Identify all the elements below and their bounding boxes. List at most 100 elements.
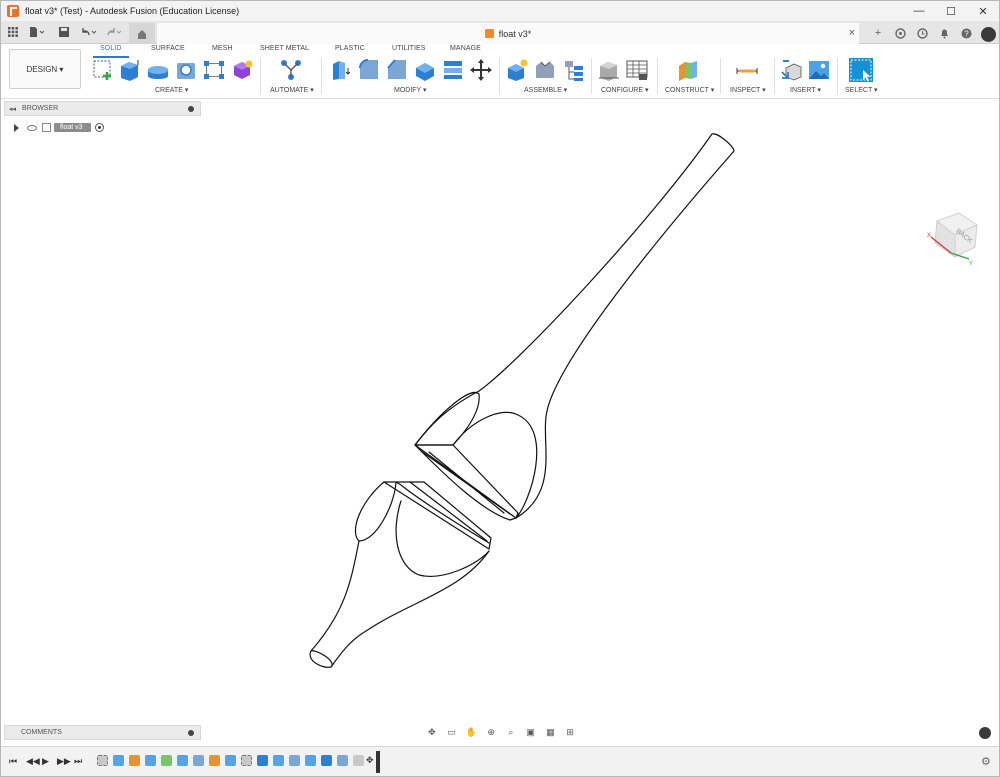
- create-sketch-icon[interactable]: [91, 58, 115, 82]
- insert-canvas-icon[interactable]: [807, 58, 831, 82]
- canvas-viewport[interactable]: X Y BACK: [1, 99, 999, 744]
- timeline-marker[interactable]: [376, 751, 380, 773]
- group-create[interactable]: CREATE ▾: [155, 86, 188, 94]
- extrude-icon[interactable]: [118, 58, 142, 82]
- job-status-icon[interactable]: [911, 23, 933, 43]
- group-insert[interactable]: INSERT ▾: [790, 86, 821, 94]
- visibility-eye-icon[interactable]: [27, 124, 37, 131]
- group-configure[interactable]: CONFIGURE ▾: [601, 86, 648, 94]
- timeline-back-icon[interactable]: ◀◀: [26, 756, 40, 767]
- timeline-feature-item[interactable]: [353, 755, 364, 766]
- new-tab-icon[interactable]: +: [867, 23, 889, 43]
- fillet-icon[interactable]: [357, 58, 381, 82]
- tab-manage[interactable]: MANAGE: [450, 45, 481, 52]
- tab-utilities[interactable]: UTILITIES: [392, 45, 426, 52]
- timeline-sketch-item[interactable]: [241, 755, 252, 766]
- look-at-icon[interactable]: ▭: [445, 727, 459, 739]
- timeline-feature-item[interactable]: [177, 755, 188, 766]
- timeline-feature-item[interactable]: [193, 755, 204, 766]
- minimize-button[interactable]: —: [903, 1, 935, 21]
- comments-panel[interactable]: COMMENTS: [4, 725, 201, 740]
- timeline-feature-item[interactable]: [145, 755, 156, 766]
- revolve-icon[interactable]: [146, 58, 170, 82]
- orbit-icon[interactable]: ✥: [425, 727, 439, 739]
- new-component-icon[interactable]: [505, 58, 529, 82]
- timeline-feature-item[interactable]: [337, 755, 348, 766]
- timeline-settings-icon[interactable]: ⚙: [981, 755, 991, 768]
- light-bulb-icon[interactable]: [979, 727, 991, 739]
- grid-icon[interactable]: [6, 25, 20, 39]
- close-window-button[interactable]: ✕: [967, 1, 999, 21]
- home-tab[interactable]: [129, 23, 155, 44]
- close-tab-button[interactable]: ×: [849, 27, 855, 39]
- combine-icon[interactable]: [441, 58, 465, 82]
- tab-surface[interactable]: SURFACE: [151, 45, 185, 52]
- group-inspect[interactable]: INSPECT ▾: [730, 86, 766, 94]
- save-icon[interactable]: [57, 25, 71, 39]
- collapse-icon[interactable]: ◂◂: [9, 105, 16, 113]
- group-assemble[interactable]: ASSEMBLE ▾: [524, 86, 567, 94]
- chamfer-icon[interactable]: [385, 58, 409, 82]
- undo-icon[interactable]: [79, 25, 99, 39]
- press-pull-icon[interactable]: [329, 58, 353, 82]
- expand-arrow-icon[interactable]: [14, 123, 19, 132]
- pin-icon[interactable]: [188, 106, 194, 112]
- timeline-start-icon[interactable]: ⏮: [9, 756, 17, 767]
- grid-settings-icon[interactable]: ▦: [543, 727, 557, 739]
- root-component-label[interactable]: float v3: [54, 123, 91, 132]
- timeline-feature-item[interactable]: [113, 755, 124, 766]
- document-tab[interactable]: float v3* ×: [157, 23, 859, 44]
- group-automate[interactable]: AUTOMATE ▾: [270, 86, 314, 94]
- select-icon[interactable]: [849, 58, 873, 82]
- joint-icon[interactable]: [533, 58, 557, 82]
- workspace-switcher[interactable]: DESIGN ▾: [9, 49, 81, 89]
- browser-root-node[interactable]: float v3: [14, 121, 104, 134]
- maximize-button[interactable]: ☐: [935, 1, 967, 21]
- tab-mesh[interactable]: MESH: [212, 45, 233, 52]
- group-modify[interactable]: MODIFY ▾: [394, 86, 427, 94]
- timeline-sketch-item[interactable]: [97, 755, 108, 766]
- configuration-table-icon[interactable]: [625, 58, 649, 82]
- redo-icon[interactable]: [104, 25, 124, 39]
- help-icon[interactable]: ?: [955, 23, 977, 43]
- viewcube[interactable]: X Y BACK: [921, 207, 979, 267]
- add-comment-icon[interactable]: [188, 730, 194, 736]
- timeline-feature-item[interactable]: [321, 755, 332, 766]
- offset-plane-icon[interactable]: [676, 58, 700, 82]
- timeline-end-icon[interactable]: ⏭: [74, 756, 82, 767]
- timeline-feature-item[interactable]: [289, 755, 300, 766]
- timeline-plane-item[interactable]: [129, 755, 140, 766]
- timeline-forward-icon[interactable]: ▶▶: [57, 756, 71, 767]
- hole-icon[interactable]: [174, 58, 198, 82]
- float-model-drawing[interactable]: [1, 99, 999, 744]
- viewports-icon[interactable]: ⊞: [563, 727, 577, 739]
- activate-radio-icon[interactable]: [94, 123, 104, 132]
- pan-icon[interactable]: ✋: [464, 727, 478, 739]
- form-icon[interactable]: [230, 58, 254, 82]
- file-icon[interactable]: [27, 25, 47, 39]
- insert-derive-icon[interactable]: [780, 58, 804, 82]
- group-construct[interactable]: CONSTRUCT ▾: [665, 86, 714, 94]
- zoom-icon[interactable]: ⌕: [504, 727, 518, 739]
- timeline-move-icon[interactable]: ✥: [366, 755, 374, 766]
- group-select[interactable]: SELECT ▾: [845, 86, 878, 94]
- display-settings-icon[interactable]: ▣: [524, 727, 538, 739]
- tab-sheet-metal[interactable]: SHEET METAL: [260, 45, 309, 52]
- timeline-feature-item[interactable]: [225, 755, 236, 766]
- timeline-feature-item[interactable]: [257, 755, 268, 766]
- timeline-feature-item[interactable]: [305, 755, 316, 766]
- timeline-plane-item[interactable]: [209, 755, 220, 766]
- timeline-plane-item[interactable]: [161, 755, 172, 766]
- browser-panel-header[interactable]: ◂◂ BROWSER: [4, 101, 201, 116]
- configure-icon[interactable]: [597, 58, 621, 82]
- measure-icon[interactable]: [735, 58, 759, 82]
- move-copy-icon[interactable]: [469, 58, 493, 82]
- user-avatar[interactable]: [977, 23, 999, 43]
- shell-icon[interactable]: [413, 58, 437, 82]
- tab-solid[interactable]: SOLID: [100, 45, 122, 52]
- extensions-icon[interactable]: [889, 23, 911, 43]
- as-built-joint-icon[interactable]: [562, 58, 586, 82]
- notifications-icon[interactable]: [933, 23, 955, 43]
- timeline-play-icon[interactable]: ▶: [42, 756, 49, 767]
- tab-plastic[interactable]: PLASTIC: [335, 45, 365, 52]
